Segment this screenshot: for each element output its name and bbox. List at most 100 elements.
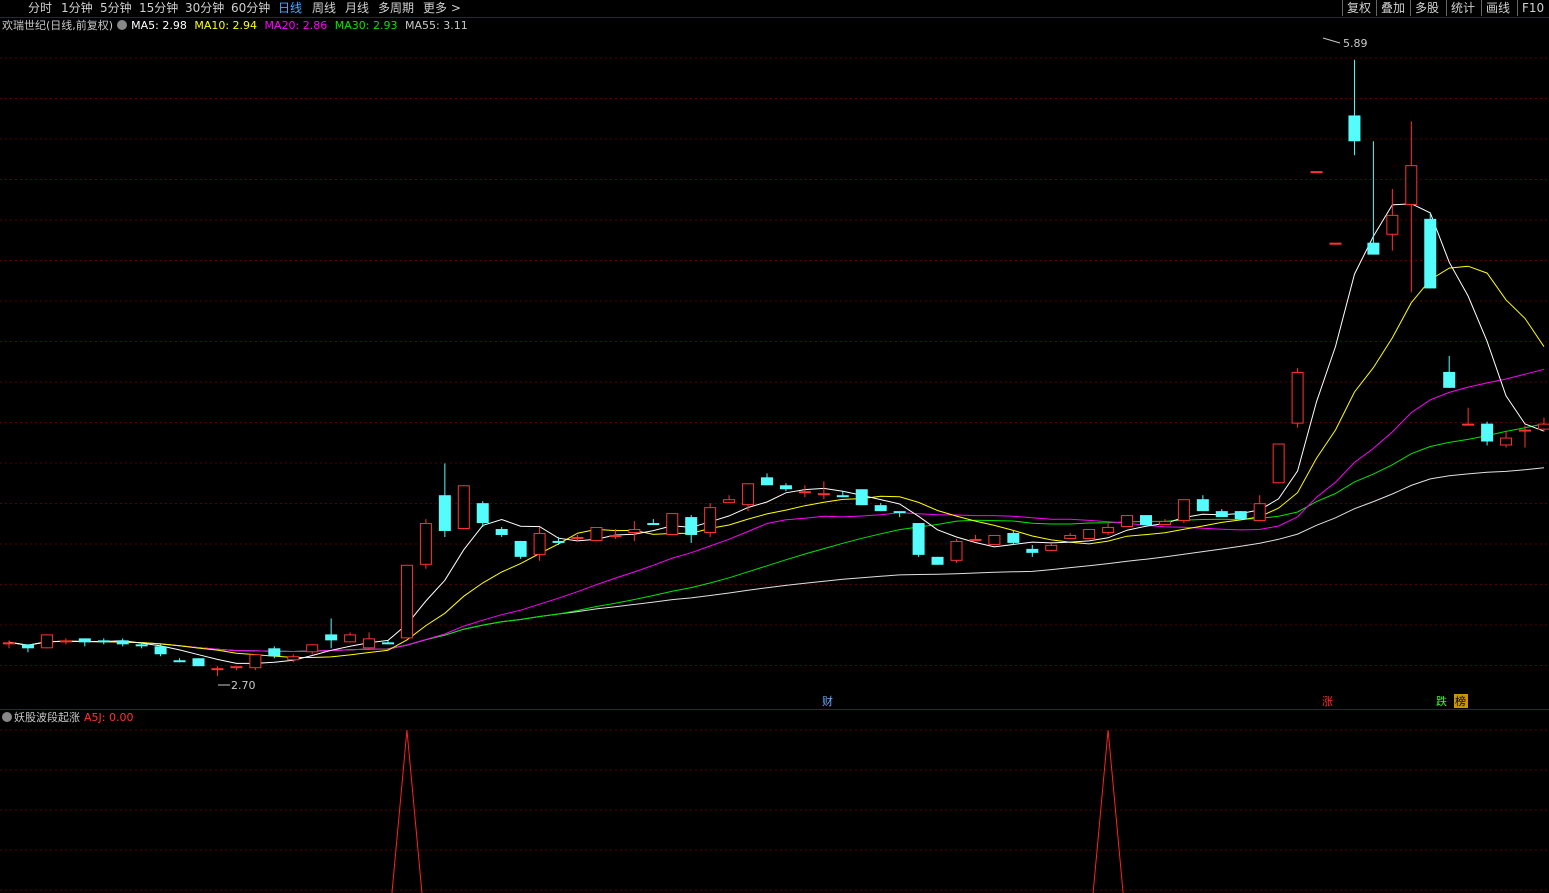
candle-body <box>344 634 357 643</box>
candle-body <box>1329 242 1342 245</box>
candle-body <box>1140 515 1152 526</box>
candle-body <box>154 646 167 655</box>
candle-body <box>950 540 963 561</box>
candle-body <box>798 491 811 494</box>
candle-body <box>723 499 736 504</box>
event-zhang-marker[interactable]: 涨 <box>1322 695 1333 708</box>
candle-body <box>1386 214 1399 235</box>
candle-body <box>1443 371 1456 388</box>
candle-body <box>135 644 148 647</box>
ma10-line <box>8 265 1545 658</box>
candle-body <box>495 529 508 535</box>
candle-body <box>609 534 622 537</box>
candle-body <box>457 485 470 530</box>
candle-body <box>1177 499 1190 522</box>
candle-body <box>836 495 849 498</box>
candle-body <box>685 517 698 535</box>
candle-body <box>1253 503 1266 522</box>
candle-body <box>628 529 641 533</box>
candle-body <box>1462 423 1475 426</box>
candle-body <box>211 668 224 671</box>
candle-body <box>855 489 868 506</box>
candle-body <box>590 527 603 541</box>
event-cai-marker[interactable]: 财 <box>822 694 833 708</box>
high-arrow-icon <box>1322 37 1341 44</box>
ma55-line <box>8 467 1545 653</box>
candle-body <box>1045 544 1058 551</box>
grid-lines <box>0 57 1549 891</box>
candle-body <box>382 642 394 645</box>
candle-body <box>1519 429 1531 432</box>
candle-body <box>97 640 110 643</box>
candle-body <box>761 477 773 486</box>
candle-body <box>21 644 34 649</box>
candle-body <box>988 534 1001 545</box>
candle-body <box>1121 515 1134 528</box>
candle-body <box>230 666 243 669</box>
event-bang-marker[interactable]: 榜 <box>1455 694 1466 708</box>
ma5-line <box>8 203 1545 664</box>
candle-body <box>1424 218 1437 289</box>
candle-body <box>1064 534 1077 539</box>
candle-body <box>192 658 205 667</box>
ma30-line <box>8 423 1545 653</box>
candle-body <box>268 648 281 657</box>
candle-body <box>1310 171 1323 174</box>
candle-body <box>173 660 186 663</box>
high-price-label: 5.89 <box>1343 37 1368 50</box>
candle-body <box>779 485 792 490</box>
candle-body <box>400 564 413 639</box>
candle-body <box>666 513 679 535</box>
candle-body <box>1367 242 1380 255</box>
candlestick-series <box>3 59 1549 677</box>
candle-body <box>647 523 660 526</box>
candle-body <box>893 511 906 514</box>
candle-body <box>1083 529 1096 539</box>
candle-body <box>59 640 72 643</box>
candle-body <box>325 634 338 641</box>
candle-body <box>1007 532 1020 543</box>
indicator-spike <box>1092 729 1124 893</box>
candle-body <box>78 638 91 643</box>
candle-body <box>817 493 830 496</box>
candle-body <box>1272 443 1285 484</box>
candle-body <box>912 523 925 555</box>
candle-body <box>533 532 546 555</box>
candle-body <box>116 640 129 645</box>
candle-body <box>1196 499 1209 512</box>
kline-chart[interactable]: 5.89 2.70 财 涨 跌 榜 <box>0 0 1549 893</box>
candle-body <box>1215 511 1228 518</box>
indicator-series <box>391 729 1124 893</box>
candle-body <box>1102 527 1115 533</box>
candle-body <box>438 495 451 531</box>
candle-body <box>1500 437 1513 446</box>
candle-body <box>931 556 944 565</box>
low-price-label: 2.70 <box>231 679 256 692</box>
candle-body <box>287 656 300 661</box>
candle-body <box>514 540 527 557</box>
candle-body <box>874 505 887 512</box>
event-die-marker[interactable]: 跌 <box>1436 694 1447 708</box>
candle-body <box>1291 371 1304 424</box>
candle-body <box>1537 423 1549 430</box>
candle-body <box>1026 548 1039 553</box>
candle-body <box>571 536 584 539</box>
candle-body <box>419 523 432 565</box>
high-marker: 5.89 <box>1322 37 1368 50</box>
candle-body <box>1158 521 1171 526</box>
candle-body <box>704 507 717 533</box>
candle-body <box>363 638 376 649</box>
candle-body <box>1348 115 1361 142</box>
candle-body <box>249 654 262 669</box>
candle-body <box>969 538 982 541</box>
moving-average-lines <box>8 203 1545 664</box>
candle-body <box>476 503 489 524</box>
indicator-spike <box>391 729 423 893</box>
candle-body <box>742 483 755 506</box>
candle-body <box>306 644 319 653</box>
candle-body <box>40 634 53 649</box>
candle-body <box>1405 165 1418 205</box>
candle-body <box>1481 423 1494 442</box>
candle-body <box>3 642 15 645</box>
low-marker: 2.70 <box>218 679 256 692</box>
